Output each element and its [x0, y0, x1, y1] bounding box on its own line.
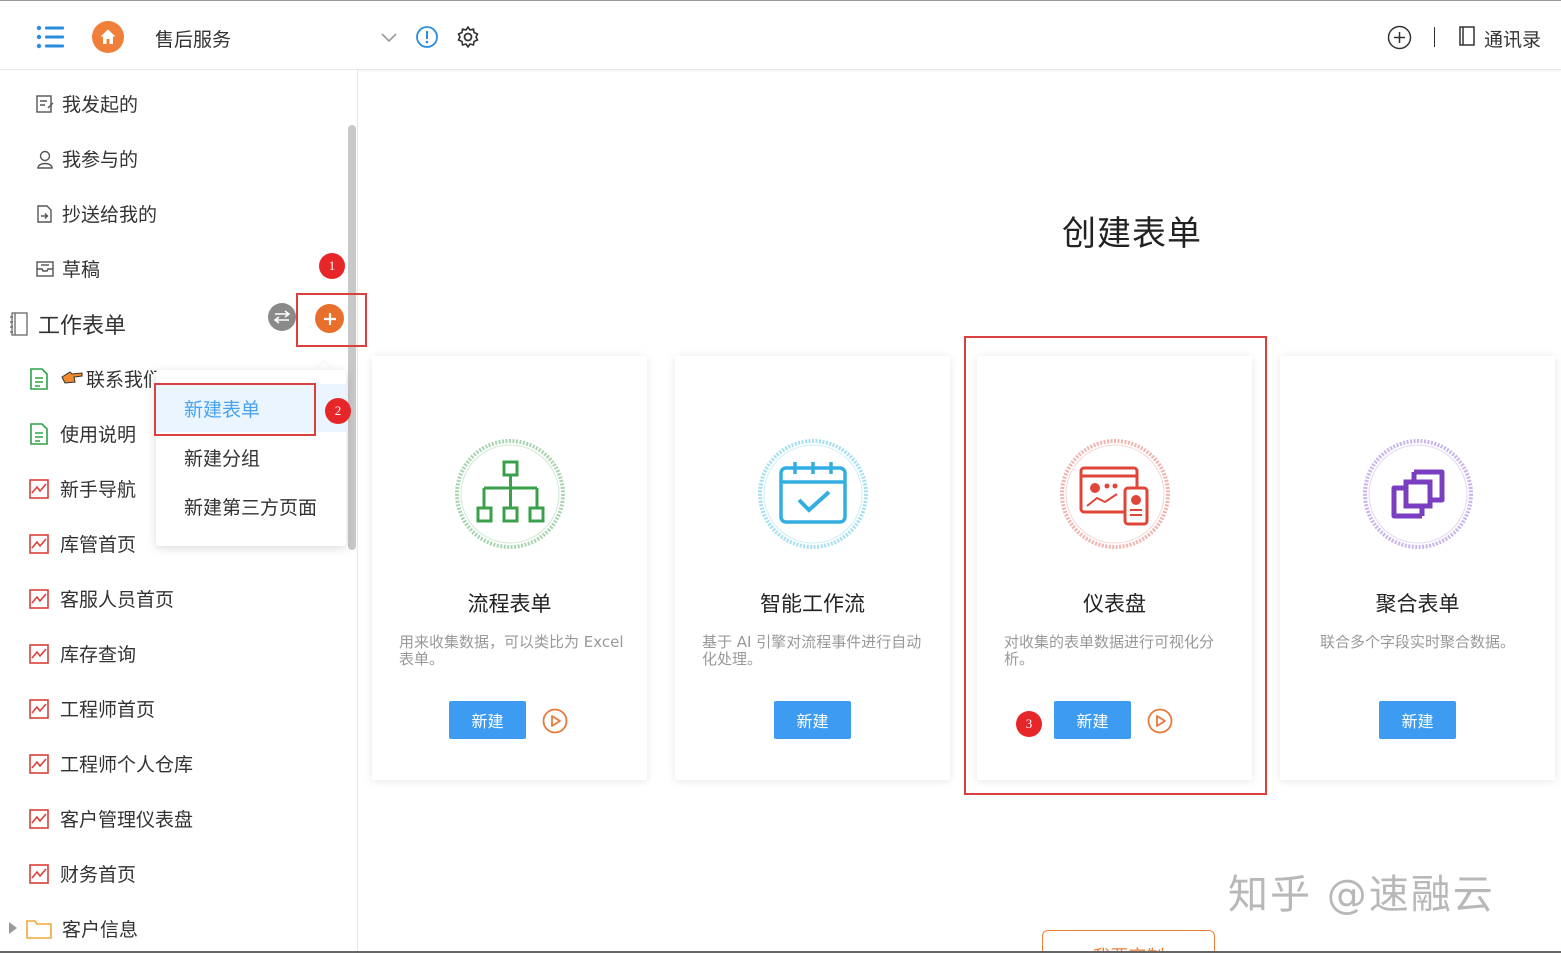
- step-badge-1: 1: [319, 253, 345, 279]
- card-title: 流程表单: [467, 592, 552, 616]
- sidebar-item-label: 我发起的: [62, 94, 139, 116]
- play-video-icon[interactable]: [542, 708, 568, 734]
- sidebar-item-engineer-warehouse[interactable]: 工程师个人仓库: [28, 750, 193, 777]
- sidebar-item-label: 我参与的: [62, 149, 139, 171]
- card-title: 聚合表单: [1375, 592, 1460, 616]
- contacts-book-icon: [1458, 26, 1476, 51]
- caret-right-icon[interactable]: [8, 918, 18, 940]
- chart-icon: [28, 698, 50, 720]
- edit-doc-icon: [34, 93, 56, 115]
- highlight-box-add: [296, 293, 367, 347]
- menu-icon[interactable]: [36, 25, 64, 49]
- add-circle-icon[interactable]: [1387, 25, 1412, 50]
- sidebar-item-label: 工程师个人仓库: [60, 754, 194, 776]
- home-icon[interactable]: [92, 21, 124, 53]
- sidebar-item-initiated[interactable]: 我发起的: [34, 90, 138, 117]
- chevron-down-icon[interactable]: [380, 29, 398, 43]
- page-title: 创建表单: [1062, 214, 1202, 254]
- watermark-text: 知乎 @速融云: [1228, 872, 1495, 918]
- sidebar-item-drafts[interactable]: 草稿: [34, 255, 100, 282]
- sidebar-item-label: 库存查询: [60, 644, 137, 666]
- card-aggregate-form: 聚合表单 联合多个字段实时聚合数据。 新建: [1280, 356, 1555, 780]
- header-divider: [1434, 27, 1435, 47]
- sidebar-item-cc[interactable]: 抄送给我的: [34, 200, 157, 227]
- chart-icon: [28, 588, 50, 610]
- swap-icon[interactable]: [268, 303, 296, 331]
- menu-item-new-group[interactable]: 新建分组: [156, 433, 346, 481]
- org-chart-icon: [454, 438, 566, 550]
- contacts-label: 通讯录: [1484, 29, 1542, 51]
- notebook-icon: [8, 312, 30, 336]
- highlight-box-dashboard: [964, 336, 1267, 795]
- card-smart-workflow: 智能工作流 基于 AI 引擎对流程事件进行自动化处理。 新建: [675, 356, 950, 780]
- card-description: 用来收集数据，可以类比为 Excel 表单。: [399, 633, 624, 668]
- draft-box-icon: [34, 258, 56, 280]
- folder-icon: [26, 918, 52, 940]
- chart-icon: [28, 478, 50, 500]
- form-doc-icon: [28, 367, 50, 390]
- sidebar-item-beginner-guide[interactable]: 新手导航: [28, 475, 136, 502]
- sidebar-item-engineer-home[interactable]: 工程师首页: [28, 695, 155, 722]
- chart-icon: [28, 863, 50, 885]
- sidebar-item-contact-us[interactable]: 联系我们: [28, 365, 162, 392]
- link-squares-icon: [1362, 438, 1474, 550]
- sidebar-item-label: 工程师首页: [60, 699, 156, 721]
- sidebar-item-label: 客户信息: [62, 919, 139, 941]
- sidebar-item-label: 新手导航: [60, 479, 137, 501]
- create-smart-workflow-button[interactable]: 新建: [774, 701, 851, 739]
- chart-icon: [28, 753, 50, 775]
- contacts-link[interactable]: 通讯录: [1458, 25, 1541, 52]
- user-icon: [34, 148, 56, 170]
- step-badge-2: 2: [325, 398, 351, 424]
- create-process-form-button[interactable]: 新建: [449, 701, 526, 739]
- top-header: 售后服务 通讯录: [0, 0, 1561, 70]
- sidebar-item-cs-home[interactable]: 客服人员首页: [28, 585, 174, 612]
- chart-icon: [28, 533, 50, 555]
- sidebar-group-work-forms[interactable]: 工作表单: [8, 308, 126, 340]
- step-badge-3: 3: [1016, 711, 1042, 737]
- sidebar-item-warehouse-home[interactable]: 库管首页: [28, 530, 136, 557]
- sidebar-item-label: 客服人员首页: [60, 589, 175, 611]
- card-process-form: 流程表单 用来收集数据，可以类比为 Excel 表单。 新建: [372, 356, 647, 780]
- sidebar-item-finance-home[interactable]: 财务首页: [28, 860, 136, 887]
- form-doc-icon: [28, 422, 50, 445]
- card-description: 联合多个字段实时聚合数据。: [1319, 633, 1515, 651]
- highlight-box-new-form: [154, 383, 316, 436]
- chart-icon: [28, 808, 50, 830]
- card-title: 智能工作流: [760, 592, 865, 616]
- sidebar-group-title: 工作表单: [38, 314, 127, 339]
- calendar-check-icon: [757, 438, 869, 550]
- sidebar-item-label: 财务首页: [60, 864, 137, 886]
- sidebar-item-inventory-query[interactable]: 库存查询: [28, 640, 136, 667]
- sidebar-item-customer-dashboard[interactable]: 客户管理仪表盘: [28, 805, 193, 832]
- info-icon[interactable]: [415, 25, 439, 49]
- sidebar-item-label: 使用说明: [60, 424, 137, 446]
- gear-icon[interactable]: [456, 25, 480, 49]
- app-title: 售后服务: [155, 29, 232, 51]
- menu-item-new-third-party-page[interactable]: 新建第三方页面: [156, 482, 346, 530]
- sidebar-item-label: 客户管理仪表盘: [60, 809, 194, 831]
- sidebar-item-label: 抄送给我的: [62, 204, 158, 226]
- sidebar-item-label: 草稿: [62, 259, 101, 281]
- sidebar-folder-customer-info[interactable]: 客户信息: [8, 915, 138, 942]
- sidebar-item-participated[interactable]: 我参与的: [34, 145, 138, 172]
- create-aggregate-form-button[interactable]: 新建: [1379, 701, 1456, 739]
- card-description: 基于 AI 引擎对流程事件进行自动化处理。: [702, 633, 922, 668]
- forward-doc-icon: [34, 203, 56, 225]
- sidebar-item-instructions[interactable]: 使用说明: [28, 420, 136, 447]
- sidebar-item-label: 联系我们: [86, 369, 163, 391]
- sidebar-item-label: 库管首页: [60, 534, 137, 556]
- pointer-hand-icon: [60, 367, 84, 390]
- chart-icon: [28, 643, 50, 665]
- custom-request-button[interactable]: 我要定制: [1042, 930, 1215, 953]
